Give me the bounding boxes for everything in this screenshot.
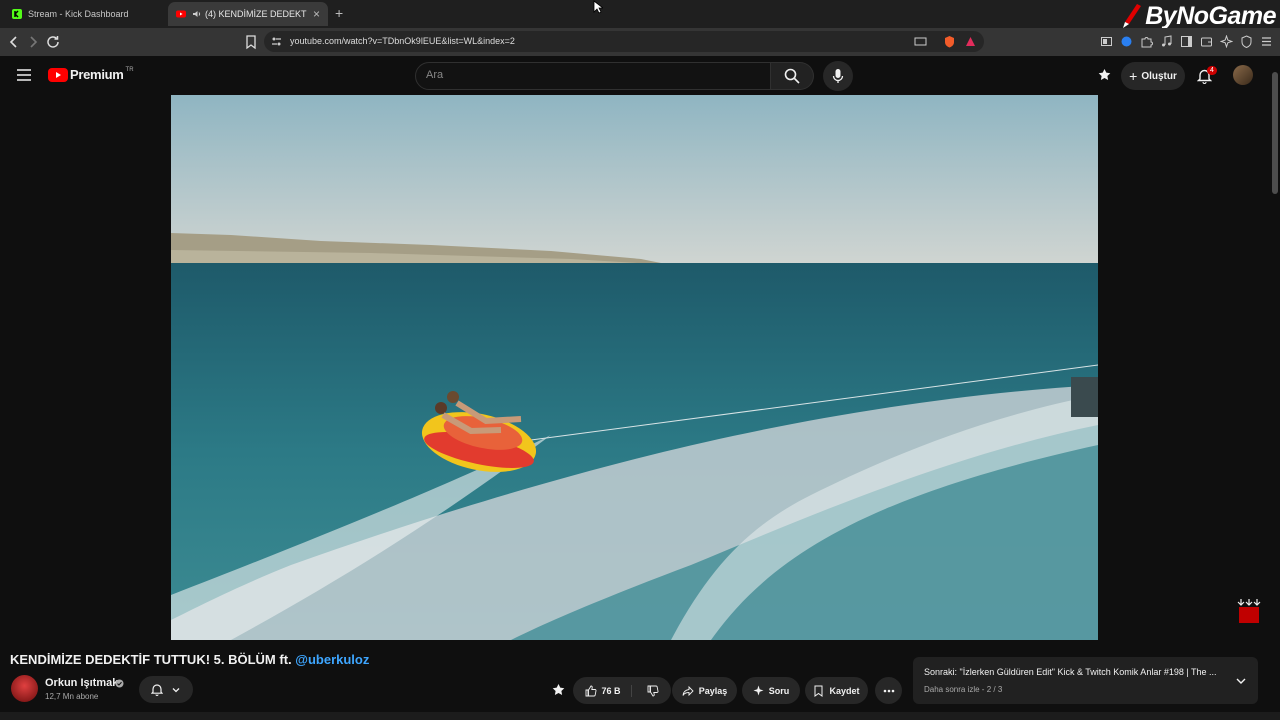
ask-label: Soru [768,685,790,696]
tab-title: (4) KENDİMİZE DEDEKTİF TUTT [205,9,307,19]
bell-icon [151,683,163,696]
logo-text: Premium [70,67,124,82]
share-button[interactable]: Paylaş [672,677,737,704]
bookmark-icon[interactable] [243,34,259,50]
voice-search-button[interactable] [823,61,853,91]
save-button[interactable]: Kaydet [805,677,868,704]
verified-icon [115,679,124,688]
subscribe-watermark[interactable] [1236,598,1262,624]
share-icon [682,685,694,697]
expand-chevron-icon[interactable] [1235,675,1247,687]
sparkle-icon [753,685,764,696]
forward-icon[interactable] [25,34,41,50]
search-placeholder: Ara [426,69,444,81]
leo-ai-icon[interactable] [1220,35,1233,48]
channel-avatar[interactable] [11,675,38,702]
search-button[interactable] [771,62,814,90]
plus-icon: + [1129,68,1138,84]
guide-menu-icon[interactable] [16,68,32,82]
like-dislike-group: 76 B [573,677,671,704]
more-horizontal-icon [883,689,895,693]
search-input[interactable] [415,62,771,90]
youtube-logo-icon [48,67,68,82]
reload-icon[interactable] [45,34,61,50]
mouse-cursor-icon [593,0,603,14]
chevron-down-icon [171,685,181,695]
subscription-bell-button[interactable] [139,676,193,703]
url-text[interactable]: youtube.com/watch?v=TDbnOk9lEUE&list=WL&… [290,36,515,46]
logo-region: TR [125,67,134,73]
tab-youtube-video[interactable]: (4) KENDİMİZE DEDEKTİF TUTT × [168,2,328,26]
youtube-premium-logo[interactable]: Premium TR [48,67,134,82]
tab-title: Stream - Kick Dashboard [28,9,129,19]
subscriber-count: 12,7 Mn abone [45,692,99,701]
next-video-title[interactable]: Sonraki: "İzlerken Güldüren Edit" Kick &… [924,667,1224,677]
bynogame-logo-icon [1119,2,1145,30]
create-button[interactable]: + Oluştur [1121,62,1185,90]
save-bookmark-icon [813,685,824,697]
more-actions-button[interactable] [875,677,902,704]
media-control-icon[interactable] [1160,35,1173,48]
sidebar-tabs-icon[interactable] [1100,35,1113,48]
wallet-icon[interactable] [1200,35,1213,48]
extensions-puzzle-icon[interactable] [1140,35,1153,48]
save-label: Kaydet [829,685,860,696]
thumbs-down-icon [647,685,659,697]
like-button[interactable]: 76 B [585,684,632,697]
bottom-edge [0,712,1280,720]
extension-blue-icon[interactable] [1120,35,1133,48]
notification-count-badge: 4 [1207,66,1217,75]
back-icon[interactable] [6,34,22,50]
create-label: Oluştur [1141,70,1177,82]
playlist-position: Daha sonra izle - 2 / 3 [924,685,1003,694]
video-title-text: KENDİMİZE DEDEKTİF TUTTUK! 5. BÖLÜM ft. [10,652,292,667]
kick-icon [12,9,22,19]
dislike-button[interactable] [637,685,659,697]
cast-quickstart-icon[interactable] [1097,68,1112,83]
playlist-next-panel[interactable] [913,657,1258,704]
video-frame-image [171,95,1098,640]
share-label: Paylaş [698,685,728,696]
video-title: KENDİMİZE DEDEKTİF TUTTUK! 5. BÖLÜM ft. … [10,652,369,667]
account-avatar[interactable] [1233,65,1253,85]
cast-icon[interactable] [914,35,927,48]
sidebar-toggle-icon[interactable] [1180,35,1193,48]
vpn-shield-icon[interactable] [1240,35,1253,48]
site-info-icon[interactable] [271,36,282,47]
tab-kick-dashboard[interactable]: Stream - Kick Dashboard [4,2,164,26]
speaker-icon[interactable] [192,9,202,19]
thumbs-up-icon [585,685,597,697]
like-count: 76 B [601,685,621,696]
new-tab-button[interactable]: + [335,5,343,21]
video-player[interactable] [171,95,1098,640]
brave-shield-icon[interactable] [943,35,956,48]
channel-name[interactable]: Orkun Işıtmak [45,677,118,689]
search-icon [784,68,800,84]
mention-link[interactable]: @uberkuloz [295,652,369,667]
browser-menu-icon[interactable] [1260,35,1273,48]
scrollbar-thumb[interactable] [1272,72,1278,194]
close-tab-icon[interactable]: × [313,7,320,21]
brave-rewards-icon[interactable] [964,35,977,48]
youtube-icon [176,9,186,19]
ask-button[interactable]: Soru [742,677,800,704]
microphone-icon [832,68,844,84]
ask-sparkle-icon[interactable] [551,683,566,698]
bynogame-brand-text: ByNoGame [1145,1,1276,30]
